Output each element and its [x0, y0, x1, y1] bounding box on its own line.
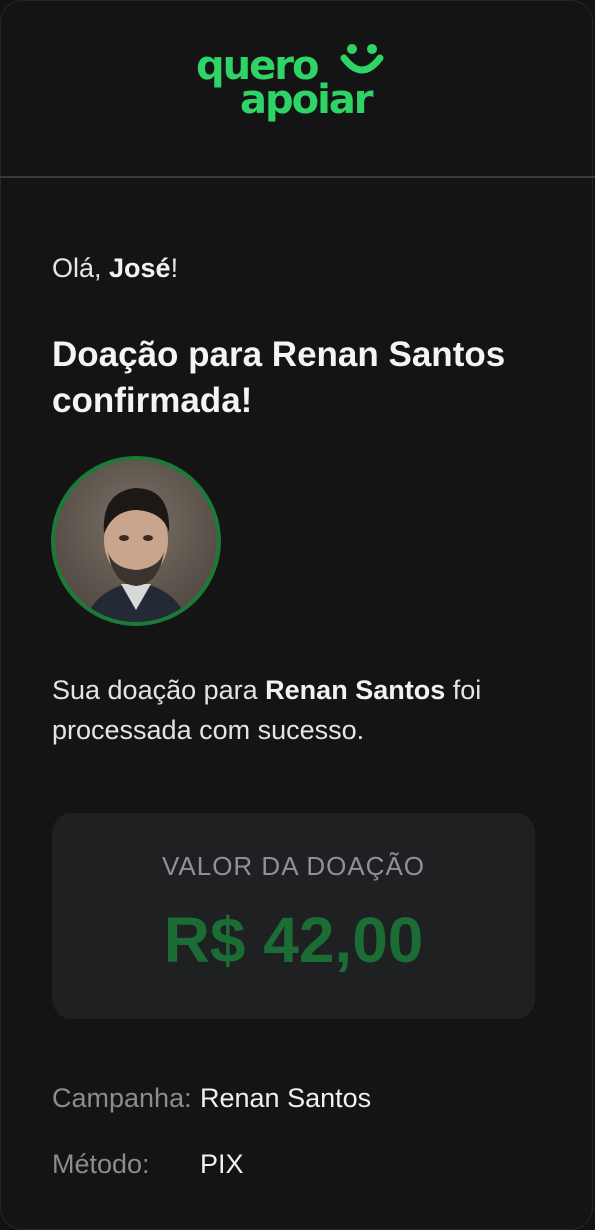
- header-divider: [0, 176, 595, 178]
- donation-value-card: VALOR DA DOAÇÃO R$ 42,00: [52, 813, 535, 1019]
- candidate-avatar: [51, 456, 221, 626]
- candidate-photo: [55, 460, 217, 622]
- campaign-value: Renan Santos: [200, 1083, 372, 1113]
- greeting-prefix: Olá,: [52, 253, 110, 283]
- greeting-suffix: !: [170, 253, 179, 283]
- donation-amount: R$ 42,00: [163, 904, 424, 976]
- campaign-label: Campanha:: [52, 1083, 192, 1113]
- greeting-name: José: [109, 253, 171, 283]
- email-frame: [0, 0, 593, 1230]
- confirmation-message: Sua doação para Renan Santos foi process…: [52, 670, 552, 750]
- method-value: PIX: [200, 1149, 244, 1179]
- smile-icon: [340, 44, 384, 74]
- message-recipient: Renan Santos: [265, 675, 446, 705]
- message-prefix: Sua doação para: [52, 675, 266, 705]
- quero-apoiar-logo: quero apoiar: [192, 34, 402, 128]
- method-label: Método:: [52, 1149, 150, 1179]
- email-header: quero apoiar: [0, 0, 595, 176]
- confirmation-title: Doação para Renan Santos confirmada!: [52, 335, 506, 420]
- donation-value-label: VALOR DA DOAÇÃO: [161, 851, 426, 881]
- greeting: Olá, José!: [52, 250, 178, 286]
- logo-word-apoiar: apoiar: [240, 77, 374, 123]
